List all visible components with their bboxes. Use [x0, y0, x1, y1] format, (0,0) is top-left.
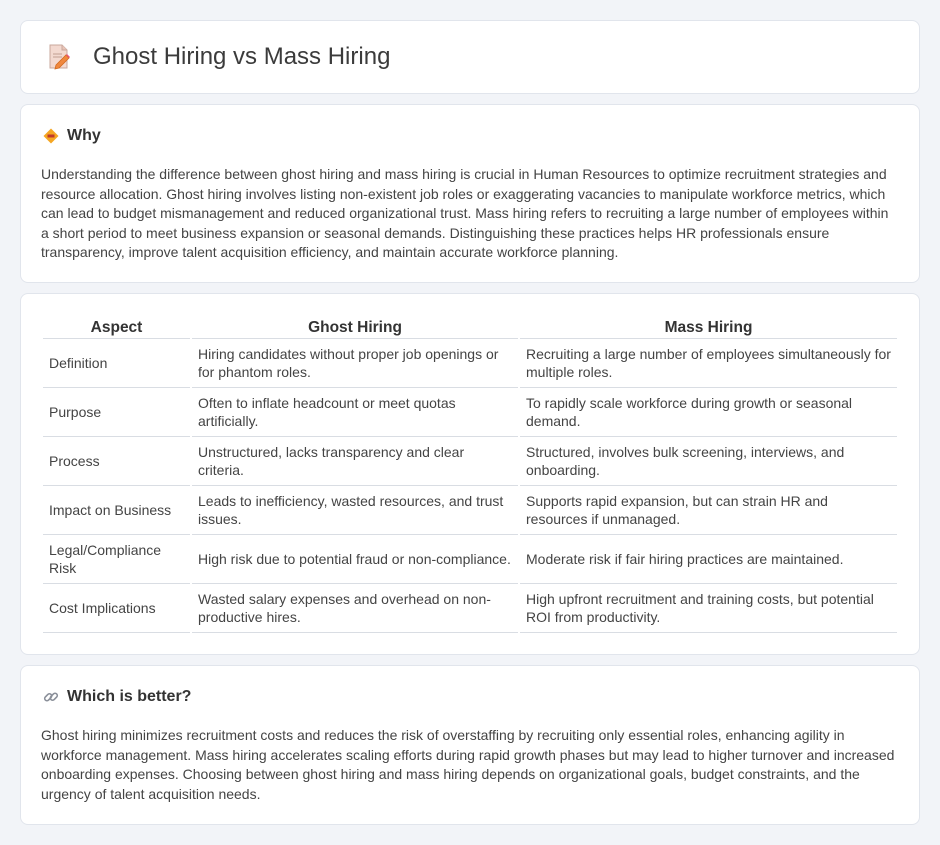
mass-cell: Recruiting a large number of employees s… [520, 339, 897, 388]
table-header-row: Aspect Ghost Hiring Mass Hiring [43, 315, 897, 339]
ghost-cell: Leads to inefficiency, wasted resources,… [192, 486, 518, 535]
aspect-cell: Impact on Business [43, 486, 190, 535]
mass-cell: Supports rapid expansion, but can strain… [520, 486, 897, 535]
aspect-cell: Legal/Compliance Risk [43, 535, 190, 584]
why-text: Understanding the difference between gho… [41, 166, 889, 260]
ghost-cell: Hiring candidates without proper job ope… [192, 339, 518, 388]
document-edit-icon [47, 44, 71, 70]
better-heading: Which is better? [43, 688, 191, 706]
aspect-cell: Definition [43, 339, 190, 388]
title-row: Ghost Hiring vs Mass Hiring [47, 43, 390, 71]
mass-cell: Structured, involves bulk screening, int… [520, 437, 897, 486]
page-title: Ghost Hiring vs Mass Hiring [93, 43, 391, 70]
mass-cell: To rapidly scale workforce during growth… [520, 388, 897, 437]
why-section: Why Understanding the difference between… [20, 104, 920, 283]
comparison-section: Aspect Ghost Hiring Mass Hiring Definiti… [20, 293, 920, 655]
header-card: Ghost Hiring vs Mass Hiring [20, 20, 920, 94]
header-aspect: Aspect [43, 315, 190, 339]
mass-cell: Moderate risk if fair hiring practices a… [520, 535, 897, 584]
diamond-warning-icon [43, 128, 59, 144]
ghost-cell: Wasted salary expenses and overhead on n… [192, 584, 518, 633]
better-title: Which is better? [67, 688, 192, 705]
table-row: Definition Hiring candidates without pro… [43, 339, 897, 388]
better-text: Ghost hiring minimizes recruitment costs… [41, 727, 895, 802]
table-row: Process Unstructured, lacks transparency… [43, 437, 897, 486]
why-heading: Why [43, 127, 101, 145]
aspect-cell: Cost Implications [43, 584, 190, 633]
header-mass-hiring: Mass Hiring [520, 315, 897, 339]
mass-cell: High upfront recruitment and training co… [520, 584, 897, 633]
table-row: Legal/Compliance Risk High risk due to p… [43, 535, 897, 584]
ghost-cell: Often to inflate headcount or meet quota… [192, 388, 518, 437]
table-row: Impact on Business Leads to inefficiency… [43, 486, 897, 535]
aspect-cell: Purpose [43, 388, 190, 437]
link-icon [43, 689, 59, 705]
header-ghost-hiring: Ghost Hiring [192, 315, 518, 339]
ghost-cell: High risk due to potential fraud or non-… [192, 535, 518, 584]
ghost-cell: Unstructured, lacks transparency and cle… [192, 437, 518, 486]
comparison-table: Aspect Ghost Hiring Mass Hiring Definiti… [41, 315, 899, 633]
table-row: Cost Implications Wasted salary expenses… [43, 584, 897, 633]
why-title: Why [67, 127, 101, 144]
aspect-cell: Process [43, 437, 190, 486]
table-row: Purpose Often to inflate headcount or me… [43, 388, 897, 437]
which-is-better-section: Which is better? Ghost hiring minimizes … [20, 665, 920, 825]
